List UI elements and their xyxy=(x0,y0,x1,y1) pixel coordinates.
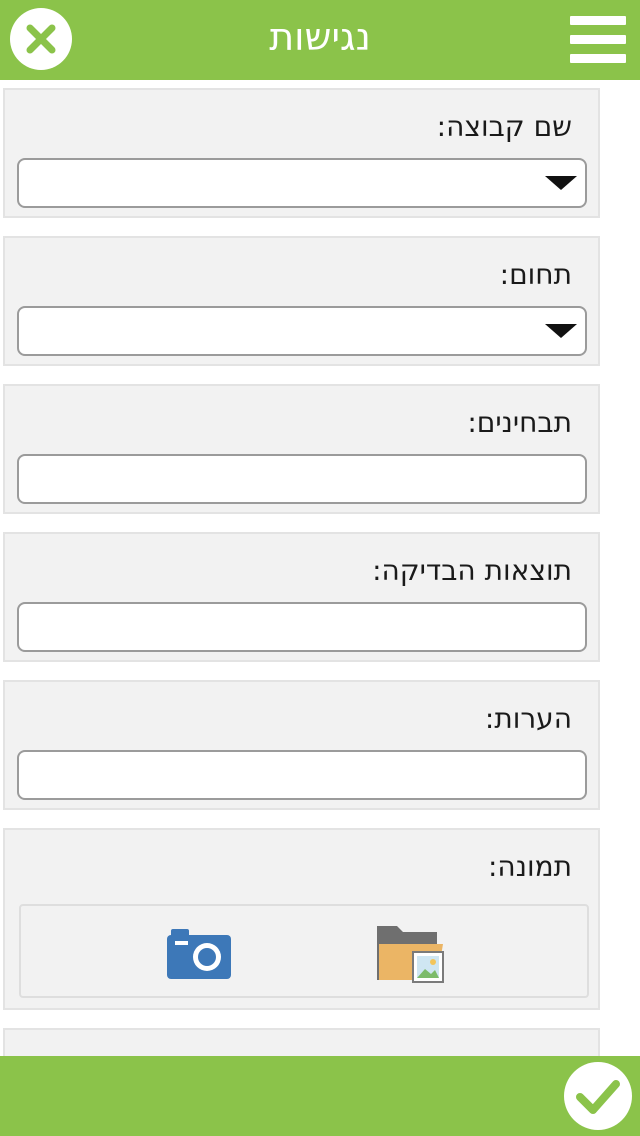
close-icon xyxy=(26,24,56,54)
dropdown-arrow-icon xyxy=(545,324,577,338)
test-results-card: תוצאות הבדיקה: xyxy=(3,532,600,662)
field-label: תחום: xyxy=(499,258,572,291)
field-select[interactable] xyxy=(17,306,587,356)
notes-card: הערות: xyxy=(3,680,600,810)
confirm-button[interactable] xyxy=(564,1062,632,1130)
checkmark-icon xyxy=(576,1080,620,1114)
image-label: תמונה: xyxy=(488,850,572,883)
image-card: תמונה: xyxy=(3,828,600,1010)
notes-label: הערות: xyxy=(484,702,572,735)
image-picker xyxy=(19,904,589,998)
findings-label: תבחינים: xyxy=(467,406,572,439)
findings-card: תבחינים: xyxy=(3,384,600,514)
field-card: תחום: xyxy=(3,236,600,366)
page-title: נגישות xyxy=(269,15,371,59)
camera-icon[interactable] xyxy=(167,928,233,980)
footer-bar xyxy=(0,1056,640,1136)
group-name-label: שם קבוצה: xyxy=(436,110,572,143)
test-results-label: תוצאות הבדיקה: xyxy=(372,554,572,587)
findings-input[interactable] xyxy=(17,454,587,504)
hamburger-menu-icon xyxy=(570,16,626,25)
menu-button[interactable] xyxy=(570,16,626,64)
gallery-folder-icon[interactable] xyxy=(375,920,447,986)
next-card xyxy=(3,1028,600,1056)
group-name-select[interactable] xyxy=(17,158,587,208)
test-results-input[interactable] xyxy=(17,602,587,652)
form-content[interactable]: שם קבוצה: תחום: תבחינים: תוצאות הבדיקה: … xyxy=(0,80,640,1056)
notes-input[interactable] xyxy=(17,750,587,800)
dropdown-arrow-icon xyxy=(545,176,577,190)
close-button[interactable] xyxy=(10,8,72,70)
app-header: נגישות xyxy=(0,0,640,80)
group-name-card: שם קבוצה: xyxy=(3,88,600,218)
